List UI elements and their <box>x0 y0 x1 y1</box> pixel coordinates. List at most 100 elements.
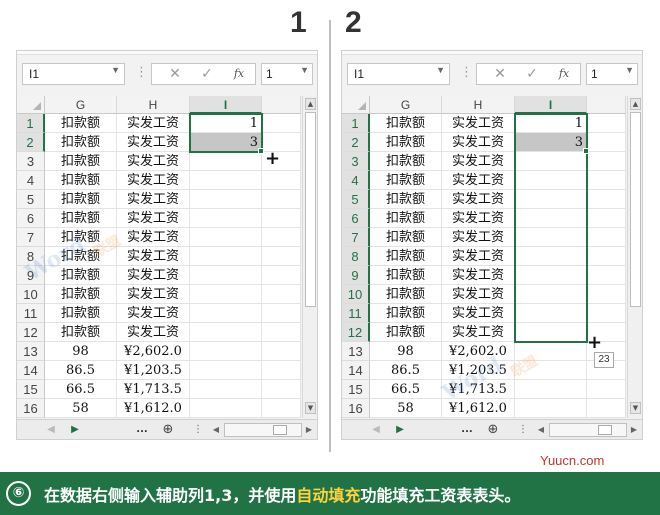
cell-j5[interactable] <box>587 190 626 209</box>
cell-j12[interactable] <box>262 323 301 342</box>
scroll-down-icon[interactable]: ▼ <box>630 402 641 414</box>
column-header-g[interactable]: G <box>45 96 117 114</box>
tab-scroll-prev-icon[interactable]: ◀ <box>370 422 382 438</box>
cell-j4[interactable] <box>262 171 301 190</box>
vertical-scrollbar[interactable]: ▲ ▼ <box>627 96 642 418</box>
cell-h6[interactable]: 实发工资 <box>117 209 190 228</box>
cell-j10[interactable] <box>262 285 301 304</box>
fill-handle[interactable] <box>583 148 589 154</box>
row-header[interactable]: 4 <box>342 171 370 190</box>
row-header[interactable]: 2 <box>342 133 370 152</box>
cell-h5[interactable]: 实发工资 <box>117 190 190 209</box>
cell-i6[interactable] <box>190 209 262 228</box>
add-sheet-icon[interactable]: ⊕ <box>159 422 177 438</box>
tab-scroll-next-icon[interactable]: ▶ <box>69 422 81 438</box>
cell-g11[interactable]: 扣款额 <box>370 304 442 323</box>
cell-i1[interactable]: 1 <box>515 114 587 133</box>
column-header-g[interactable]: G <box>370 96 442 114</box>
formula-expand-icon[interactable]: ▼ <box>300 65 309 75</box>
enter-icon[interactable]: ✓ <box>517 65 547 83</box>
cell-h16[interactable]: ¥1,612.0 <box>442 399 515 418</box>
row-header[interactable]: 1 <box>17 114 45 133</box>
cell-i14[interactable] <box>515 361 587 380</box>
cell-j1[interactable] <box>587 114 626 133</box>
column-header-j[interactable] <box>262 96 301 114</box>
row-header[interactable]: 12 <box>342 323 370 342</box>
cell-g2[interactable]: 扣款额 <box>370 133 442 152</box>
cell-i1[interactable]: 1 <box>190 114 262 133</box>
cell-h2[interactable]: 实发工资 <box>117 133 190 152</box>
cell-h7[interactable]: 实发工资 <box>117 228 190 247</box>
row-header[interactable]: 7 <box>342 228 370 247</box>
cell-g8[interactable]: 扣款额 <box>45 247 117 266</box>
cell-i16[interactable] <box>515 399 587 418</box>
cell-g2[interactable]: 扣款额 <box>45 133 117 152</box>
cell-i5[interactable] <box>515 190 587 209</box>
insert-function-button[interactable]: fx <box>549 65 579 83</box>
cell-g7[interactable]: 扣款额 <box>45 228 117 247</box>
cell-h3[interactable]: 实发工资 <box>442 152 515 171</box>
cell-j9[interactable] <box>587 266 626 285</box>
formula-input[interactable]: 1 ▼ <box>586 63 638 85</box>
fill-handle[interactable] <box>258 148 264 154</box>
cell-i5[interactable] <box>190 190 262 209</box>
cell-j15[interactable] <box>262 380 301 399</box>
row-header[interactable]: 11 <box>17 304 45 323</box>
row-header[interactable]: 11 <box>342 304 370 323</box>
sheet-tabs-ellipsis[interactable]: ... <box>458 422 476 438</box>
name-box-dropdown-icon[interactable]: ▼ <box>111 65 120 75</box>
column-header-i[interactable]: I <box>515 96 587 114</box>
cell-g1[interactable]: 扣款额 <box>370 114 442 133</box>
horizontal-scroll-thumb[interactable] <box>598 425 612 435</box>
sheet-tabs-ellipsis[interactable]: ... <box>133 422 151 438</box>
cancel-icon[interactable]: ✕ <box>485 65 515 83</box>
formula-input[interactable]: 1 ▼ <box>261 63 313 85</box>
cell-j7[interactable] <box>587 228 626 247</box>
cell-j1[interactable] <box>262 114 301 133</box>
vertical-scroll-thumb[interactable] <box>630 112 641 307</box>
cell-h13[interactable]: ¥2,602.0 <box>117 342 190 361</box>
row-header[interactable]: 8 <box>342 247 370 266</box>
row-header[interactable]: 8 <box>17 247 45 266</box>
cell-h11[interactable]: 实发工资 <box>442 304 515 323</box>
cell-g15[interactable]: 66.5 <box>45 380 117 399</box>
cell-h12[interactable]: 实发工资 <box>117 323 190 342</box>
cell-i2[interactable]: 3 <box>515 133 587 152</box>
cell-i15[interactable] <box>515 380 587 399</box>
cell-j6[interactable] <box>587 209 626 228</box>
cell-j9[interactable] <box>262 266 301 285</box>
cell-i4[interactable] <box>190 171 262 190</box>
cell-h4[interactable]: 实发工资 <box>117 171 190 190</box>
cell-h16[interactable]: ¥1,612.0 <box>117 399 190 418</box>
cell-h1[interactable]: 实发工资 <box>442 114 515 133</box>
column-header-h[interactable]: H <box>117 96 190 114</box>
cell-i2[interactable]: 3 <box>190 133 262 152</box>
cell-h2[interactable]: 实发工资 <box>442 133 515 152</box>
cell-h8[interactable]: 实发工资 <box>117 247 190 266</box>
row-header[interactable]: 10 <box>17 285 45 304</box>
scroll-up-icon[interactable]: ▲ <box>630 98 641 110</box>
cell-i12[interactable] <box>190 323 262 342</box>
hscroll-right-icon[interactable]: ▶ <box>628 422 640 438</box>
cell-g10[interactable]: 扣款额 <box>45 285 117 304</box>
cell-j15[interactable] <box>587 380 626 399</box>
hscroll-left-icon[interactable]: ◀ <box>210 422 222 438</box>
row-header[interactable]: 3 <box>17 152 45 171</box>
cell-h1[interactable]: 实发工资 <box>117 114 190 133</box>
cell-i15[interactable] <box>190 380 262 399</box>
cell-g1[interactable]: 扣款额 <box>45 114 117 133</box>
row-header[interactable]: 14 <box>342 361 370 380</box>
cell-i10[interactable] <box>190 285 262 304</box>
tab-split-grip-icon[interactable]: ⋮ <box>518 422 528 438</box>
cell-g13[interactable]: 98 <box>45 342 117 361</box>
column-header-j[interactable] <box>587 96 626 114</box>
cell-j11[interactable] <box>262 304 301 323</box>
cell-g12[interactable]: 扣款额 <box>45 323 117 342</box>
cell-j14[interactable] <box>262 361 301 380</box>
select-all-corner[interactable] <box>342 96 370 114</box>
cell-i6[interactable] <box>515 209 587 228</box>
row-header[interactable]: 4 <box>17 171 45 190</box>
column-header-i[interactable]: I <box>190 96 262 114</box>
cell-g7[interactable]: 扣款额 <box>370 228 442 247</box>
cell-j16[interactable] <box>262 399 301 418</box>
